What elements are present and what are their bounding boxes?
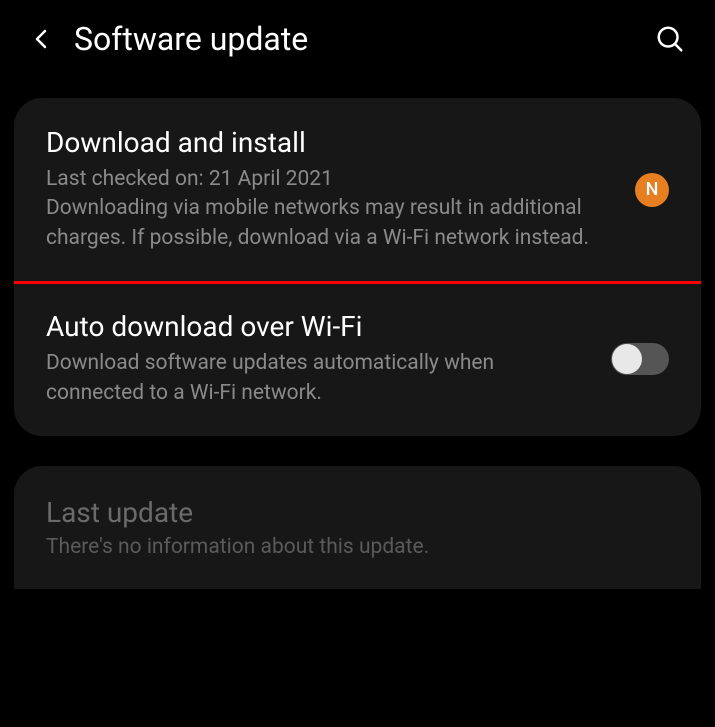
download-install-title: Download and install: [46, 126, 615, 159]
auto-download-content: Auto download over Wi-Fi Download softwa…: [46, 310, 591, 408]
toggle-knob: [612, 344, 642, 374]
download-install-desc: Last checked on: 21 April 2021 Downloadi…: [46, 165, 615, 253]
last-update-card[interactable]: Last update There's no information about…: [14, 466, 701, 589]
auto-download-title: Auto download over Wi-Fi: [46, 310, 591, 343]
back-icon[interactable]: [30, 27, 54, 51]
search-icon[interactable]: [655, 24, 685, 54]
last-update-title: Last update: [46, 496, 669, 529]
last-update-desc: There's no information about this update…: [46, 535, 669, 559]
auto-download-desc: Download software updates automatically …: [46, 349, 591, 408]
auto-download-item[interactable]: Auto download over Wi-Fi Download softwa…: [14, 282, 701, 436]
auto-download-toggle[interactable]: [611, 343, 669, 375]
download-install-item[interactable]: Download and install Last checked on: 21…: [14, 98, 701, 281]
header: Software update: [0, 0, 715, 78]
update-options-card: Download and install Last checked on: 21…: [14, 98, 701, 436]
notification-badge: N: [635, 173, 669, 207]
highlight-box: Download and install Last checked on: 21…: [14, 98, 701, 284]
download-install-content: Download and install Last checked on: 21…: [46, 126, 615, 253]
page-title: Software update: [74, 20, 635, 58]
